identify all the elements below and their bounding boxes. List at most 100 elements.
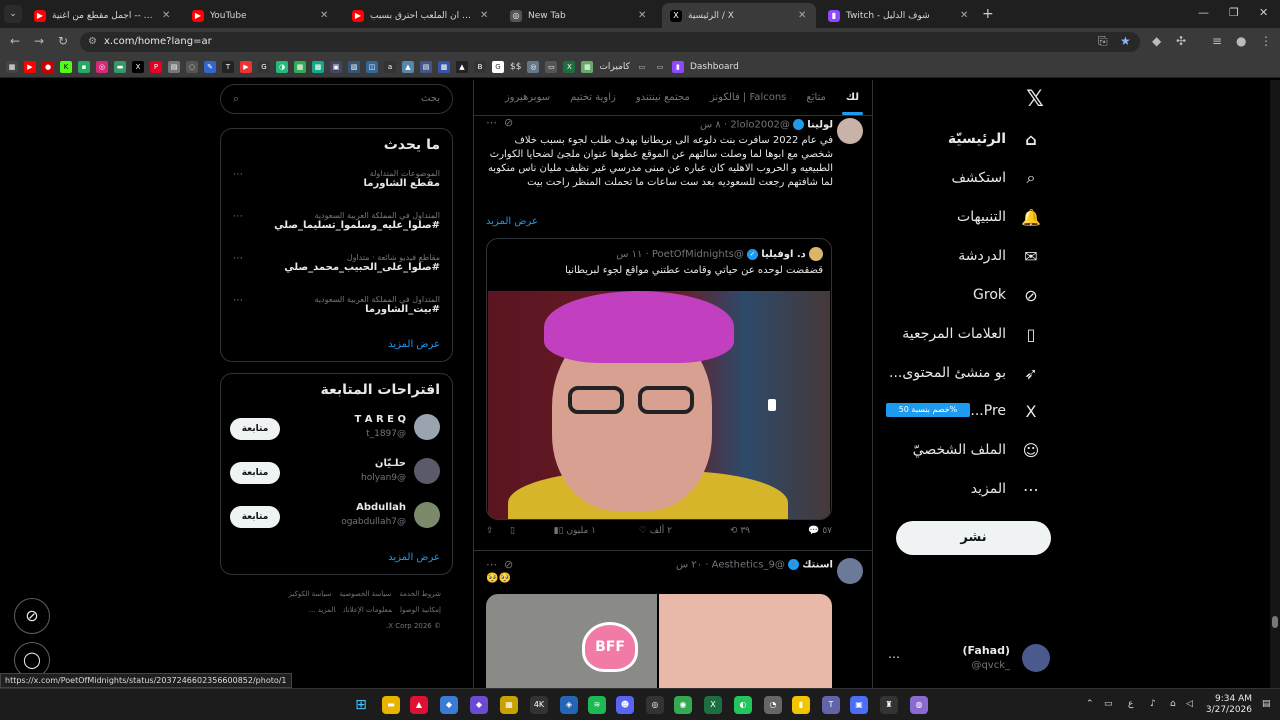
tab-close-icon[interactable]: ✕: [638, 10, 648, 21]
follow-button[interactable]: متابعة: [230, 506, 280, 528]
timeline-tab[interactable]: فالكونز | Falcons: [710, 92, 787, 103]
scrollbar[interactable]: [1270, 80, 1280, 688]
tweet-media[interactable]: BFF: [486, 594, 832, 688]
tab-search-button[interactable]: ⌄: [4, 5, 22, 23]
bookmark-icon[interactable]: ▤: [168, 60, 180, 73]
timeline-tab[interactable]: متابَع: [806, 92, 826, 103]
suggestion-name[interactable]: حلـيّان: [375, 458, 406, 469]
account-switcher[interactable]: (Fahad) @qvck_ ⋯: [884, 642, 1050, 678]
app-icon[interactable]: ◆: [470, 696, 488, 714]
app-icon[interactable]: ◍: [910, 696, 928, 714]
bookmark-icon[interactable]: ▦: [294, 60, 306, 73]
bookmark-kick-icon[interactable]: K: [60, 60, 72, 73]
bookmark-icon[interactable]: ▭: [545, 60, 558, 73]
search-input[interactable]: بحث ⌕: [220, 84, 453, 114]
bookmark-icon[interactable]: ◌: [186, 60, 198, 73]
grok-float-icon[interactable]: ⊘: [14, 598, 50, 634]
file-explorer-icon[interactable]: ▬: [382, 696, 400, 714]
x-logo-icon[interactable]: 𝕏: [1023, 88, 1047, 112]
footer-link[interactable]: سياسة الكوكيز: [289, 590, 332, 598]
timeline-tab[interactable]: سوبرهيروز: [505, 92, 550, 103]
follow-suggestion[interactable]: Abdullah @ogabdullah7 متابعة: [230, 502, 440, 534]
app-icon[interactable]: ▣: [850, 696, 868, 714]
tweet-time[interactable]: ٢٠ س: [676, 560, 702, 571]
extension-icon[interactable]: ◆: [1152, 34, 1161, 48]
tweet-author-name[interactable]: اسنتك: [802, 560, 833, 571]
close-window-button[interactable]: ✕: [1259, 6, 1268, 19]
more-options-icon[interactable]: ⋯: [486, 116, 497, 129]
follow-suggestion[interactable]: حلـيّان @holyan9 متابعة: [230, 458, 440, 490]
grok-icon[interactable]: ⊘: [504, 116, 513, 129]
more-options-icon[interactable]: ⋯: [888, 650, 900, 664]
avatar[interactable]: [837, 558, 863, 584]
nav-item[interactable]: العلامات المرجعية ▯: [902, 319, 1042, 349]
bookmark-icon[interactable]: ▲: [402, 60, 414, 73]
nav-item[interactable]: التنبيهات 🔔: [957, 202, 1042, 232]
nav-item[interactable]: الملف الشخصيّ ☺: [913, 435, 1042, 465]
tweet-author-name[interactable]: لولينا: [807, 120, 833, 131]
bookmark-icon[interactable]: ◎: [527, 60, 540, 73]
star-icon[interactable]: ★: [1120, 34, 1131, 48]
scrollbar-thumb[interactable]: [1272, 616, 1278, 628]
app-icon[interactable]: ◆: [440, 696, 458, 714]
share-icon[interactable]: ⇪: [486, 526, 494, 536]
app-icon[interactable]: ◔: [764, 696, 782, 714]
suggestion-name[interactable]: T A R E Q: [354, 414, 406, 425]
sticky-notes-icon[interactable]: ▮: [792, 696, 810, 714]
footer-link[interactable]: سياسة الخصوصية: [339, 590, 391, 598]
tweet[interactable]: لولينا ✓ @2lolo2002 · ٨ س ⋯ ⊘ في عام 202…: [474, 116, 873, 550]
like-button[interactable]: ♡ ٢ ألف: [639, 526, 672, 536]
reply-button[interactable]: 💬 ٥٧: [808, 526, 832, 536]
quoted-tweet[interactable]: د. اوفيليا ✓ @PoetOfMidnights · ١١ س قضق…: [486, 238, 832, 520]
reload-icon[interactable]: ↻: [58, 34, 68, 48]
tweet-time[interactable]: ٨ س: [700, 120, 721, 131]
follow-button[interactable]: متابعة: [230, 462, 280, 484]
bookmark-twitch-icon[interactable]: ▮: [671, 60, 684, 73]
tweet-handle[interactable]: @Aesthetics_9: [712, 560, 785, 571]
bookmark-google-icon[interactable]: G: [492, 60, 504, 73]
nav-item[interactable]: الدردشة ✉: [958, 241, 1042, 271]
views-button[interactable]: ▮▯ ١ مليون: [554, 526, 596, 536]
footer-link[interactable]: المزيد ...: [309, 606, 336, 614]
timeline-tab[interactable]: لك: [841, 92, 864, 115]
app-icon[interactable]: ◐: [734, 696, 752, 714]
repost-button[interactable]: ⟲ ٣٩: [730, 526, 750, 536]
show-more-link[interactable]: عرض المزيد: [486, 216, 538, 227]
back-icon[interactable]: ←: [10, 34, 20, 48]
teams-icon[interactable]: T: [822, 696, 840, 714]
start-icon[interactable]: ⊞: [352, 696, 370, 714]
new-tab-button[interactable]: +: [982, 6, 994, 22]
tray-chevron-icon[interactable]: ⌃: [1086, 699, 1094, 709]
bookmark-icon[interactable]: ▧: [348, 60, 360, 73]
bookmark-icon[interactable]: B: [474, 60, 486, 73]
chrome-icon[interactable]: ◉: [674, 696, 692, 714]
tab-close-icon[interactable]: ✕: [798, 10, 808, 21]
more-options-icon[interactable]: ⋯: [486, 558, 497, 571]
network-icon[interactable]: ⌂: [1170, 699, 1176, 709]
puzzle-icon[interactable]: ✣: [1176, 34, 1186, 48]
footer-link[interactable]: إمكانية الوصول: [400, 606, 441, 614]
tab-close-icon[interactable]: ✕: [480, 10, 490, 21]
tab-close-icon[interactable]: ✕: [960, 10, 970, 21]
discord-icon[interactable]: ☻: [616, 696, 634, 714]
nav-item[interactable]: Grok ⊘: [973, 280, 1042, 310]
bookmark-dashboard[interactable]: Dashboard: [690, 62, 739, 72]
browser-tab[interactable]: ▶ أم كلثوم -- أجمل مقطع من أغنية ✕: [26, 3, 180, 28]
bookmark-icon[interactable]: ▩: [438, 60, 450, 73]
browser-tab[interactable]: ▶ YouTube ✕: [184, 3, 338, 28]
who-to-follow-show-more[interactable]: عرض المزيد: [388, 552, 440, 563]
more-options-icon[interactable]: ⋯: [233, 211, 243, 222]
bookmark-icon[interactable]: ▬: [114, 60, 126, 73]
tweet[interactable]: اسنتك ✓ @Aesthetics_9 · ٢٠ س ⋯ ⊘ 🥺🥺 BFF: [474, 554, 873, 688]
footer-link[interactable]: معلومات الإعلانات: [344, 606, 392, 614]
bookmark-cameras[interactable]: كاميرات: [599, 62, 630, 72]
more-options-icon[interactable]: ⋯: [233, 253, 243, 264]
bookmark-x-icon[interactable]: X: [132, 60, 144, 73]
bookmark-icon[interactable]: ▤: [420, 60, 432, 73]
follow-suggestion[interactable]: T A R E Q @t_1897 متابعة: [230, 414, 440, 446]
bookmark-icon[interactable]: ▶: [240, 60, 252, 73]
bookmark-icon[interactable]: ●: [42, 60, 54, 73]
bookmark-icon[interactable]: ▪: [78, 60, 90, 73]
trend-item[interactable]: المتداول في المملكة العربية السعودية #صلو…: [230, 211, 440, 231]
bookmark-icon[interactable]: ▯: [510, 526, 515, 536]
